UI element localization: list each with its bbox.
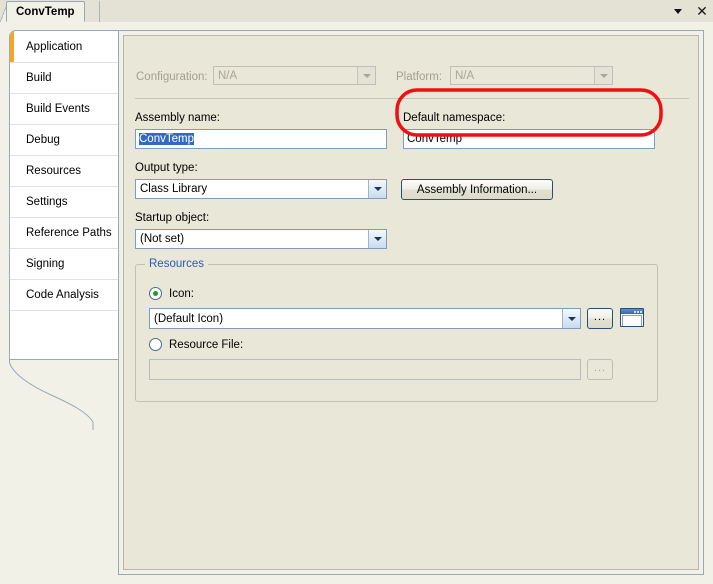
resources-groupbox: Resources Icon: (Default Icon) ... Resou…: [135, 258, 658, 402]
window-controls: ✕: [671, 1, 709, 21]
icon-dropdown-arrow[interactable]: [562, 309, 580, 328]
sidebar-item-label: Resources: [26, 165, 81, 177]
assembly-information-label: Assembly Information...: [416, 183, 538, 196]
resource-file-input[interactable]: [149, 359, 581, 380]
assembly-name-value: ConvTemp: [139, 133, 194, 145]
resource-file-browse-button[interactable]: ...: [587, 359, 613, 380]
platform-value: N/A: [455, 69, 475, 82]
sidebar-item-label: Reference Paths: [26, 227, 112, 239]
category-list: Application Build Build Events Debug Res…: [10, 31, 119, 359]
chevron-down-icon: [362, 73, 371, 78]
icon-browse-label: ...: [593, 310, 607, 323]
sidebar-item-application[interactable]: Application: [10, 31, 119, 63]
chevron-down-icon: [599, 73, 608, 78]
sidebar-item-label: Code Analysis: [26, 289, 99, 301]
sidebar-item-label: Signing: [26, 258, 65, 270]
sidebar-taper-decoration: [9, 360, 119, 430]
resource-file-browse-label: ...: [593, 361, 607, 374]
sidebar-item-label: Settings: [26, 196, 68, 208]
sidebar-item-label: Build Events: [26, 103, 90, 115]
sidebar-item-debug[interactable]: Debug: [10, 125, 119, 156]
radio-dot: [153, 291, 158, 296]
icon-preview-titlebar: [621, 309, 643, 314]
chevron-down-glyph: [674, 8, 682, 14]
sidebar-item-build[interactable]: Build: [10, 63, 119, 94]
chevron-down-icon: [373, 187, 382, 191]
startup-object-dropdown-arrow[interactable]: [368, 230, 386, 248]
sidebar-item-label: Build: [26, 72, 52, 84]
resources-groupbox-title: Resources: [145, 258, 208, 270]
document-tab-convtemp[interactable]: ConvTemp: [6, 1, 85, 22]
output-type-label: Output type:: [135, 162, 198, 174]
sidebar-item-build-events[interactable]: Build Events: [10, 94, 119, 125]
platform-dropdown[interactable]: N/A: [450, 66, 613, 85]
resource-file-radio-label: Resource File:: [169, 338, 244, 351]
document-tab-strip: ConvTemp ✕: [0, 0, 713, 23]
output-type-dropdown-arrow[interactable]: [368, 180, 386, 198]
chevron-down-icon[interactable]: [671, 3, 685, 19]
chevron-down-icon: [373, 237, 382, 241]
icon-radio-label: Icon:: [169, 287, 194, 300]
icon-dropdown[interactable]: (Default Icon): [149, 308, 581, 329]
startup-object-dropdown[interactable]: (Not set): [135, 229, 387, 249]
sidebar-item-signing[interactable]: Signing: [10, 249, 119, 280]
close-icon[interactable]: ✕: [695, 3, 709, 19]
output-type-dropdown[interactable]: Class Library: [135, 179, 387, 199]
sidebar-item-label: Application: [26, 41, 83, 53]
configuration-label: Configuration:: [136, 71, 208, 83]
platform-dropdown-arrow[interactable]: [594, 67, 612, 84]
configuration-dropdown[interactable]: N/A: [213, 66, 376, 85]
assembly-name-label: Assembly name:: [135, 112, 221, 124]
sidebar-item-settings[interactable]: Settings: [10, 187, 119, 218]
icon-preview-dot: [634, 310, 636, 313]
section-divider: [135, 98, 689, 99]
startup-object-value: (Not set): [140, 233, 185, 245]
default-namespace-label: Default namespace:: [403, 112, 506, 124]
assembly-information-button[interactable]: Assembly Information...: [401, 179, 553, 200]
radio-icon-selected[interactable]: [149, 287, 162, 300]
icon-radio-row[interactable]: Icon:: [149, 287, 194, 300]
platform-label: Platform:: [396, 71, 443, 83]
default-icon-preview: [620, 308, 644, 327]
sidebar-item-reference-paths[interactable]: Reference Paths: [10, 218, 119, 249]
icon-dropdown-value: (Default Icon): [154, 312, 224, 325]
assembly-name-input[interactable]: ConvTemp: [135, 129, 387, 149]
resource-file-radio-row[interactable]: Resource File:: [149, 338, 243, 351]
icon-preview-body: [622, 315, 642, 326]
icon-preview-dot: [637, 310, 639, 313]
icon-browse-button[interactable]: ...: [587, 308, 613, 329]
category-sidebar: Application Build Build Events Debug Res…: [9, 30, 119, 360]
configuration-dropdown-arrow[interactable]: [357, 67, 375, 84]
document-tab-label: ConvTemp: [16, 6, 75, 18]
startup-object-label: Startup object:: [135, 212, 210, 224]
properties-page: Application Build Build Events Debug Res…: [0, 22, 713, 584]
sidebar-item-code-analysis[interactable]: Code Analysis: [10, 280, 119, 311]
icon-preview-dot: [640, 310, 642, 313]
tab-strip-filler: [86, 1, 100, 22]
configuration-value: N/A: [218, 69, 238, 82]
chevron-down-icon: [567, 316, 576, 321]
sidebar-item-label: Debug: [26, 134, 60, 146]
default-namespace-input[interactable]: ConvTemp: [403, 129, 655, 149]
output-type-value: Class Library: [140, 183, 208, 195]
application-settings-panel: Configuration: N/A Platform: N/A Assembl…: [123, 35, 699, 570]
default-namespace-value: ConvTemp: [407, 133, 462, 145]
radio-resource-file[interactable]: [149, 338, 162, 351]
sidebar-item-resources[interactable]: Resources: [10, 156, 119, 187]
